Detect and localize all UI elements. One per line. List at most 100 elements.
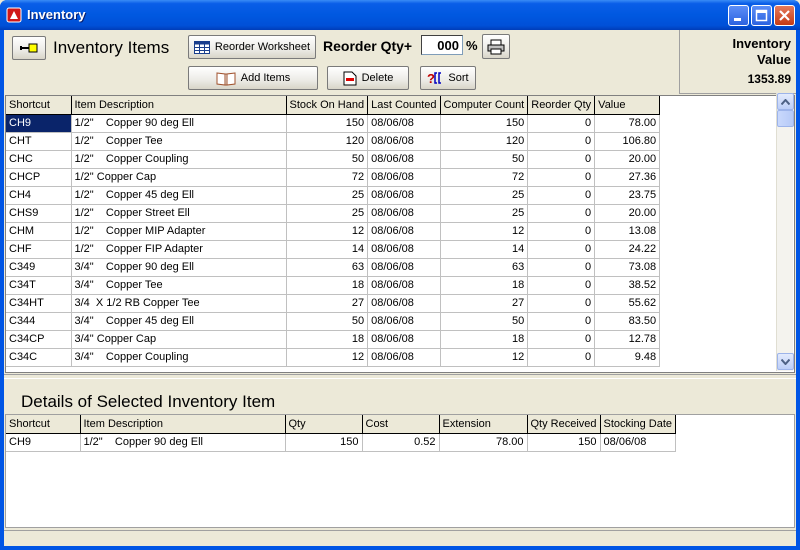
column-header[interactable]: Last Counted (367, 96, 441, 115)
scroll-thumb[interactable] (777, 110, 794, 127)
table-cell[interactable]: 18 (286, 330, 369, 349)
column-header[interactable]: Qty Received (527, 415, 601, 434)
table-cell[interactable]: 63 (286, 258, 369, 277)
table-cell[interactable]: 08/06/08 (367, 312, 441, 331)
table-cell[interactable]: 50 (440, 150, 529, 169)
table-cell[interactable]: 13.08 (594, 222, 661, 241)
table-row[interactable]: CHCP 1/2" Copper Cap 72 08/06/08 72 0 27.36 (6, 168, 661, 187)
table-cell[interactable]: CHS9 (6, 204, 72, 223)
title-bar[interactable]: Inventory (0, 0, 800, 30)
table-cell[interactable]: CH4 (6, 186, 72, 205)
table-row[interactable]: C34HT 3/4 X 1/2 RB Copper Tee 27 08/06/08 27… (6, 294, 661, 313)
table-cell[interactable]: 08/06/08 (367, 132, 441, 151)
table-cell[interactable]: CH9 (6, 433, 81, 452)
table-cell[interactable]: 55.62 (594, 294, 661, 313)
table-row[interactable]: C34C 3/4" Copper Coupling 12 08/06/08 12 0 9.4… (6, 348, 661, 367)
table-cell[interactable]: C34C (6, 348, 72, 367)
table-cell[interactable]: CHM (6, 222, 72, 241)
table-cell[interactable]: CHT (6, 132, 72, 151)
table-cell[interactable]: 0 (527, 168, 596, 187)
table-row[interactable]: C34CP 3/4" Copper Cap 18 08/06/08 18 0 12.78 (6, 330, 661, 349)
column-header[interactable]: Computer Count (440, 96, 529, 115)
table-cell[interactable]: CHCP (6, 168, 72, 187)
table-cell[interactable]: 0 (527, 222, 596, 241)
table-cell[interactable]: 38.52 (594, 276, 661, 295)
table-cell[interactable]: 3/4" Copper Cap (71, 330, 287, 349)
table-row[interactable]: CHM 1/2" Copper MIP Adapter 12 08/06/08 12 0 1… (6, 222, 661, 241)
table-cell[interactable]: 1/2" Copper MIP Adapter (71, 222, 287, 241)
table-row[interactable]: CH9 1/2" Copper 90 deg Ell 150 08/06/08 150 0… (6, 114, 661, 133)
column-header[interactable]: Stock On Hand (286, 96, 369, 115)
table-cell[interactable]: 18 (440, 330, 529, 349)
table-cell[interactable]: 78.00 (594, 114, 661, 133)
table-cell[interactable]: 50 (286, 150, 369, 169)
column-header[interactable]: Shortcut (6, 415, 81, 434)
scroll-down-button[interactable] (777, 353, 794, 370)
print-button[interactable] (482, 34, 510, 59)
table-cell[interactable]: 25 (286, 204, 369, 223)
table-cell[interactable]: 08/06/08 (367, 114, 441, 133)
table-cell[interactable]: 1/2" Copper 90 deg Ell (71, 114, 287, 133)
table-cell[interactable]: 14 (286, 240, 369, 259)
table-cell[interactable]: 3/4" Copper Coupling (71, 348, 287, 367)
column-header[interactable]: Extension (439, 415, 528, 434)
table-row[interactable]: C34T 3/4" Copper Tee 18 08/06/08 18 0 38.52 (6, 276, 661, 295)
table-cell[interactable]: 120 (440, 132, 529, 151)
table-cell[interactable]: 1/2" Copper Coupling (71, 150, 287, 169)
table-cell[interactable]: 1/2" Copper Street Ell (71, 204, 287, 223)
table-cell[interactable]: 24.22 (594, 240, 661, 259)
table-cell[interactable]: 25 (440, 186, 529, 205)
table-cell[interactable]: C34T (6, 276, 72, 295)
table-cell[interactable]: 08/06/08 (367, 348, 441, 367)
table-cell[interactable]: C34HT (6, 294, 72, 313)
table-cell[interactable]: 12.78 (594, 330, 661, 349)
reorder-qty-input[interactable] (421, 35, 463, 55)
table-cell[interactable]: 3/4 X 1/2 RB Copper Tee (71, 294, 287, 313)
table-row[interactable]: CHT 1/2" Copper Tee 120 08/06/08 120 0 106.80 (6, 132, 661, 151)
table-cell[interactable]: 0 (527, 240, 596, 259)
table-cell[interactable]: 78.00 (439, 433, 528, 452)
table-cell[interactable]: 12 (286, 348, 369, 367)
table-cell[interactable]: 1/2" Copper Cap (71, 168, 287, 187)
table-cell[interactable]: 50 (440, 312, 529, 331)
table-cell[interactable]: 12 (440, 348, 529, 367)
scroll-up-button[interactable] (777, 93, 794, 110)
table-row[interactable]: CHS9 1/2" Copper Street Ell 25 08/06/08 25 0 2… (6, 204, 661, 223)
column-header[interactable]: Stocking Date (600, 415, 677, 434)
table-cell[interactable]: 106.80 (594, 132, 661, 151)
table-cell[interactable]: 08/06/08 (600, 433, 677, 452)
table-row[interactable]: CHF 1/2" Copper FIP Adapter 14 08/06/08 14 0 2… (6, 240, 661, 259)
table-cell[interactable]: 3/4" Copper Tee (71, 276, 287, 295)
column-header[interactable]: Cost (362, 415, 440, 434)
table-cell[interactable]: 12 (286, 222, 369, 241)
table-cell[interactable]: 27.36 (594, 168, 661, 187)
table-cell[interactable]: 150 (285, 433, 363, 452)
column-header[interactable]: Item Description (80, 415, 286, 434)
table-cell[interactable]: CHF (6, 240, 72, 259)
table-cell[interactable]: 27 (440, 294, 529, 313)
inventory-grid[interactable]: Shortcut Item Description Stock On Hand Las… (5, 95, 795, 373)
table-cell[interactable]: 25 (440, 204, 529, 223)
table-cell[interactable]: 18 (286, 276, 369, 295)
table-cell[interactable]: 14 (440, 240, 529, 259)
column-header[interactable]: Item Description (71, 96, 287, 115)
minimize-button[interactable] (728, 5, 749, 26)
table-cell[interactable]: C34CP (6, 330, 72, 349)
table-cell[interactable]: 120 (286, 132, 369, 151)
table-cell[interactable]: 3/4" Copper 90 deg Ell (71, 258, 287, 277)
table-cell[interactable]: 3/4" Copper 45 deg Ell (71, 312, 287, 331)
table-cell[interactable]: 1/2" Copper FIP Adapter (71, 240, 287, 259)
table-cell[interactable]: 9.48 (594, 348, 661, 367)
table-cell[interactable]: 0 (527, 312, 596, 331)
table-cell[interactable]: 20.00 (594, 204, 661, 223)
table-cell[interactable]: 72 (286, 168, 369, 187)
column-header[interactable]: Value (594, 96, 661, 115)
table-cell[interactable]: 20.00 (594, 150, 661, 169)
table-cell[interactable]: 0 (527, 258, 596, 277)
table-cell[interactable]: 1/2" Copper 90 deg Ell (80, 433, 286, 452)
table-cell[interactable]: 08/06/08 (367, 204, 441, 223)
table-cell[interactable]: CH9 (6, 114, 72, 133)
table-cell[interactable]: 0 (527, 348, 596, 367)
table-cell[interactable]: 0 (527, 186, 596, 205)
table-cell[interactable]: 0 (527, 276, 596, 295)
